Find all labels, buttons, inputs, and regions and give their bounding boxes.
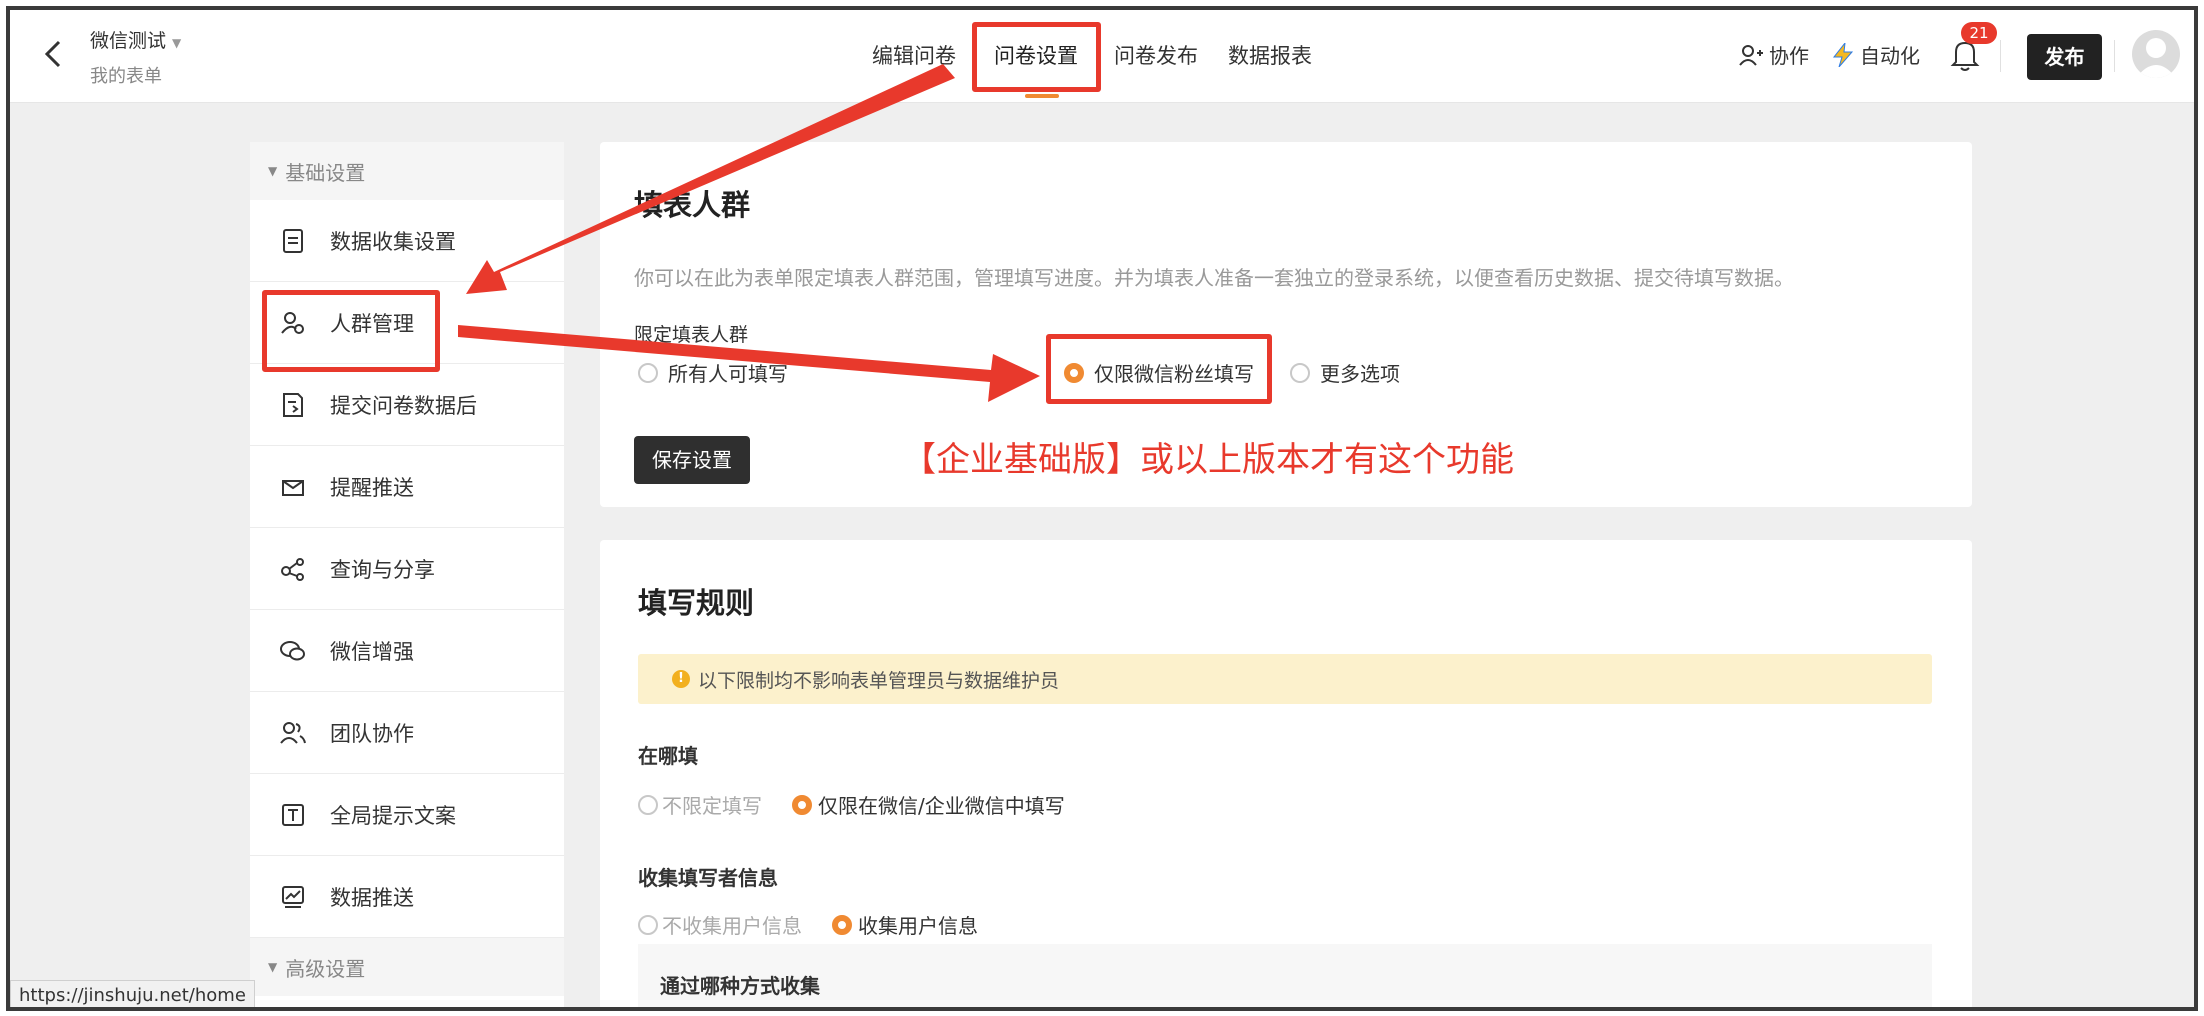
sidebar-item-global-text[interactable]: 全局提示文案 [250, 774, 564, 856]
top-bar: 微信测试 ▼ 我的表单 编辑问卷 问卷设置 问卷发布 数据报表 协作 自动化 2… [10, 10, 2194, 103]
team-icon [280, 720, 306, 746]
breadcrumb-my-forms[interactable]: 我的表单 [90, 62, 162, 88]
sidebar-group-label: 高级设置 [285, 956, 366, 981]
caret-down-icon: ▼ [268, 164, 278, 178]
radio-label: 所有人可填写 [668, 362, 788, 386]
highlight-box-wechat-fans [1046, 334, 1272, 404]
radio-wechat-only[interactable]: 仅限在微信/企业微信中填写 [792, 790, 1065, 819]
radio-collect[interactable]: 收集用户信息 [832, 910, 978, 939]
sidebar-item-label: 提交问卷数据后 [330, 393, 477, 418]
notification-badge: 21 [1961, 22, 1997, 44]
tab-edit[interactable]: 编辑问卷 [872, 40, 956, 70]
document-icon [280, 228, 306, 254]
audience-title: 填表人群 [634, 188, 751, 222]
notice-text: 以下限制均不影响表单管理员与数据维护员 [698, 669, 1060, 692]
radio-selected-icon [832, 914, 852, 935]
sidebar-item-team[interactable]: 团队协作 [250, 692, 564, 774]
edition-annotation: 【企业基础版】或以上版本才有这个功能 [902, 440, 1514, 480]
sidebar-item-reminder[interactable]: 提醒推送 [250, 446, 564, 528]
radio-circle-icon [638, 362, 658, 383]
app-window: 微信测试 ▼ 我的表单 编辑问卷 问卷设置 问卷发布 数据报表 协作 自动化 2… [6, 6, 2198, 1011]
sidebar-item-label: 数据收集设置 [330, 229, 456, 254]
chart-push-icon [280, 884, 306, 910]
sidebar-group-advanced[interactable]: ▼ 高级设置 [250, 938, 564, 996]
sidebar-item-label: 提醒推送 [330, 475, 414, 500]
notice-bar: ! 以下限制均不影响表单管理员与数据维护员 [638, 654, 1932, 704]
share-icon [280, 556, 306, 582]
radio-circle-icon [638, 794, 658, 815]
publish-button[interactable]: 发布 [2027, 34, 2102, 80]
collect-info-label: 收集填写者信息 [638, 866, 778, 890]
highlight-box-audience [262, 290, 440, 372]
radio-label: 不收集用户信息 [662, 914, 802, 938]
sidebar-item-data-push[interactable]: 数据推送 [250, 856, 564, 938]
radio-label: 收集用户信息 [858, 914, 978, 938]
sidebar-group-basic[interactable]: ▼ 基础设置 [250, 142, 564, 200]
rules-card [600, 540, 1972, 1007]
divider [2114, 40, 2115, 72]
form-title[interactable]: 微信测试 ▼ [90, 26, 181, 53]
settings-sidebar: ▼ 基础设置 数据收集设置 人群管理 提交问卷数据后 提醒推送 查询与分享 微信… [250, 142, 564, 1007]
active-tab-indicator [1025, 94, 1059, 98]
collect-method-panel: 通过哪种方式收集 [638, 944, 1932, 1007]
status-url: https://jinshuju.net/home [10, 980, 255, 1007]
collab-button[interactable]: 协作 [1739, 40, 1809, 69]
sidebar-item-label: 微信增强 [330, 639, 414, 664]
tab-publish[interactable]: 问卷发布 [1114, 40, 1198, 70]
radio-no-collect[interactable]: 不收集用户信息 [638, 910, 802, 939]
radio-circle-icon [1290, 362, 1310, 383]
form-title-text: 微信测试 [90, 30, 167, 52]
sidebar-item-label: 团队协作 [330, 721, 414, 746]
rules-title: 填写规则 [638, 586, 755, 620]
caret-down-icon: ▼ [172, 36, 182, 50]
automation-button[interactable]: 自动化 [1832, 40, 1920, 69]
sidebar-item-label: 查询与分享 [330, 557, 435, 582]
limit-audience-label: 限定填表人群 [634, 324, 749, 346]
radio-more-options[interactable]: 更多选项 [1290, 358, 1400, 387]
collect-method-label: 通过哪种方式收集 [660, 974, 820, 998]
sidebar-item-label: 数据推送 [330, 885, 414, 910]
radio-unlimited[interactable]: 不限定填写 [638, 790, 762, 819]
radio-label: 更多选项 [1320, 362, 1400, 386]
radio-label: 仅限在微信/企业微信中填写 [818, 794, 1065, 818]
audience-description: 你可以在此为表单限定填表人群范围，管理填写进度。并为填表人准备一套独立的登录系统… [634, 266, 1794, 290]
tab-reports[interactable]: 数据报表 [1228, 40, 1312, 70]
avatar[interactable] [2132, 30, 2180, 78]
automation-label: 自动化 [1860, 44, 1920, 68]
lightning-icon [1832, 42, 1854, 67]
highlight-box-settings-tab [972, 22, 1101, 92]
radio-everyone[interactable]: 所有人可填写 [638, 358, 788, 387]
wechat-icon [280, 638, 306, 664]
reminder-icon [280, 474, 306, 500]
back-icon[interactable] [34, 34, 74, 74]
sidebar-item-data-collection[interactable]: 数据收集设置 [250, 200, 564, 282]
radio-selected-icon [792, 794, 812, 815]
sidebar-group-label: 基础设置 [285, 160, 366, 185]
divider [2000, 40, 2001, 72]
document-arrow-icon [280, 392, 306, 418]
radio-label: 不限定填写 [662, 794, 762, 818]
text-icon [280, 802, 306, 828]
sidebar-item-wechat[interactable]: 微信增强 [250, 610, 564, 692]
sidebar-item-query-share[interactable]: 查询与分享 [250, 528, 564, 610]
add-user-icon [1739, 44, 1763, 66]
where-label: 在哪填 [638, 744, 698, 768]
radio-circle-icon [638, 914, 658, 935]
save-settings-button[interactable]: 保存设置 [634, 436, 750, 484]
caret-down-icon: ▼ [268, 960, 278, 974]
info-icon: ! [672, 670, 690, 688]
sidebar-item-label: 全局提示文案 [330, 803, 456, 828]
sidebar-item-after-submit[interactable]: 提交问卷数据后 [250, 364, 564, 446]
user-avatar-icon [2136, 38, 2176, 78]
collab-label: 协作 [1769, 44, 1809, 68]
